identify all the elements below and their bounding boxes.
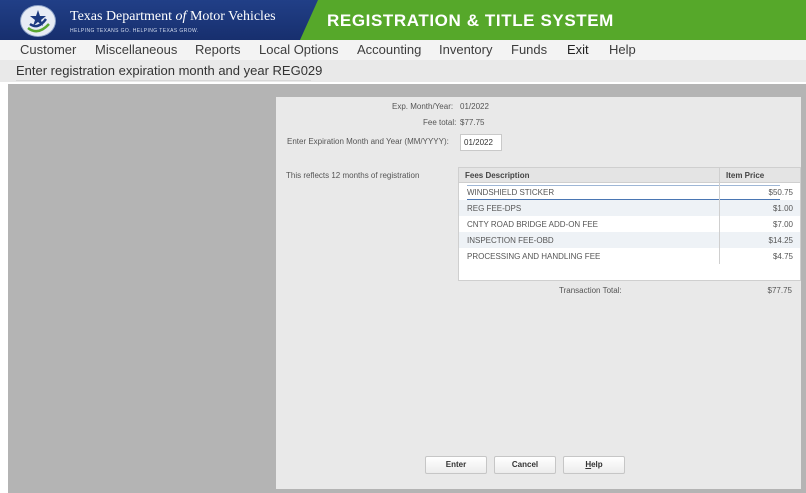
menu-accounting[interactable]: Accounting [357, 42, 421, 57]
help-button[interactable]: Help [563, 456, 625, 474]
fee-description: INSPECTION FEE-OBD [467, 236, 554, 245]
item-price-header[interactable]: Item Price [726, 171, 764, 180]
fee-price: $4.75 [772, 252, 793, 261]
screen-title: Enter registration expiration month and … [16, 63, 323, 78]
fee-description: REG FEE-DPS [467, 204, 522, 213]
enter-button[interactable]: Enter [425, 456, 487, 474]
table-row[interactable]: INSPECTION FEE-OBD $14.25 [459, 232, 800, 248]
fee-price: $7.00 [772, 220, 793, 229]
row-selection-top [467, 185, 780, 186]
fees-table: Fees Description Item Price WINDSHIELD S… [458, 167, 801, 281]
menu-exit[interactable]: Exit [567, 42, 589, 57]
menu-local-options[interactable]: Local Options [259, 42, 339, 57]
fee-price: $1.00 [772, 204, 793, 213]
transaction-total-label: Transaction Total: [559, 286, 622, 295]
menu-help[interactable]: Help [609, 42, 636, 57]
fees-description-header[interactable]: Fees Description [465, 171, 529, 180]
form-panel [276, 97, 801, 489]
fee-total-value: $77.75 [460, 118, 485, 127]
texas-star-logo-icon [20, 5, 56, 37]
fee-description: WINDSHIELD STICKER [467, 188, 555, 197]
expiration-month-year-input[interactable] [460, 134, 502, 151]
exp-month-year-label: Exp. Month/Year: [392, 102, 454, 111]
table-row[interactable]: REG FEE-DPS $1.00 [459, 200, 800, 216]
menu-bar: Customer Miscellaneous Reports Local Opt… [0, 40, 806, 60]
table-row[interactable]: WINDSHIELD STICKER $50.75 [459, 184, 800, 200]
fee-price: $50.75 [768, 188, 793, 197]
agency-name: Texas Department of Motor Vehicles [70, 9, 276, 24]
registration-months-note: This reflects 12 months of registration [286, 171, 420, 180]
menu-funds[interactable]: Funds [511, 42, 547, 57]
menu-inventory[interactable]: Inventory [439, 42, 492, 57]
menu-miscellaneous[interactable]: Miscellaneous [95, 42, 177, 57]
menu-reports[interactable]: Reports [195, 42, 241, 57]
fees-table-header: Fees Description Item Price [459, 168, 800, 183]
fee-total-label: Fee total: [423, 118, 457, 127]
fee-description: PROCESSING AND HANDLING FEE [467, 252, 601, 261]
fee-price: $14.25 [768, 236, 793, 245]
agency-tagline: HELPING TEXANS GO. HELPING TEXAS GROW. [70, 28, 199, 34]
transaction-total-value: $77.75 [767, 286, 792, 295]
table-row[interactable]: CNTY ROAD BRIDGE ADD-ON FEE $7.00 [459, 216, 800, 232]
fees-column-divider [719, 168, 720, 264]
help-button-label: elp [591, 460, 603, 469]
app-window: Texas Department of Motor Vehicles HELPI… [0, 0, 806, 493]
title-underline [16, 80, 311, 81]
menu-customer[interactable]: Customer [20, 42, 76, 57]
exp-month-year-value: 01/2022 [460, 102, 489, 111]
fee-description: CNTY ROAD BRIDGE ADD-ON FEE [467, 220, 598, 229]
expiration-entry-label: Enter Expiration Month and Year (MM/YYYY… [287, 137, 449, 146]
system-title: REGISTRATION & TITLE SYSTEM [327, 11, 614, 30]
cancel-button[interactable]: Cancel [494, 456, 556, 474]
table-row[interactable]: PROCESSING AND HANDLING FEE $4.75 [459, 248, 800, 264]
